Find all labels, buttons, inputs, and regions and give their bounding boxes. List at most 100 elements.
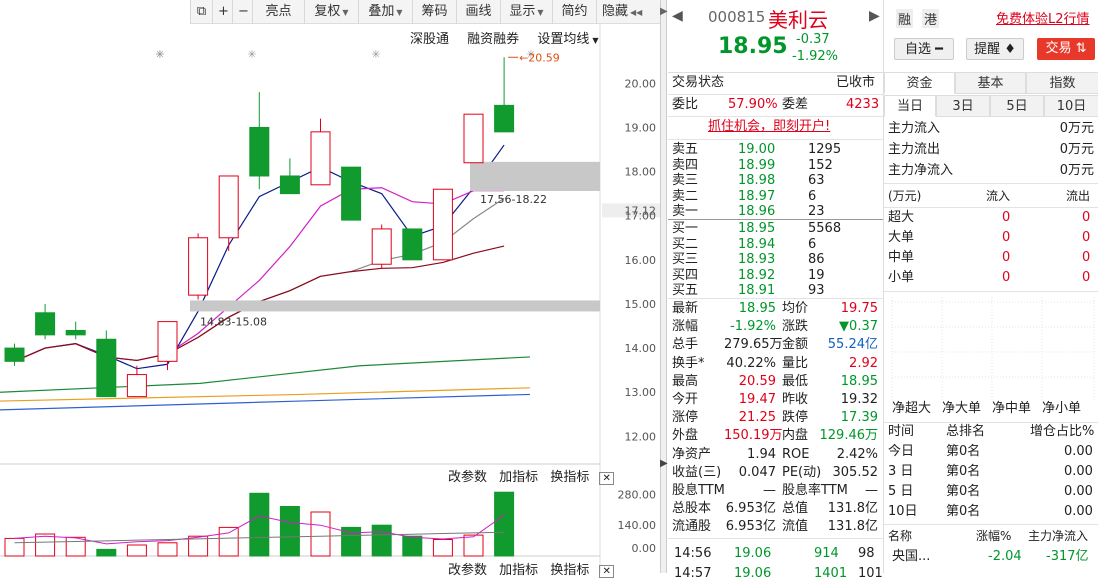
price-tick: 20.00 <box>625 77 657 90</box>
tick-time: 14:56 <box>674 546 712 561</box>
tick-price: 19.06 <box>734 566 772 581</box>
volume-bar <box>65 536 86 557</box>
stat-value: -1.92% <box>730 319 776 335</box>
tab-5d[interactable]: 5日 <box>990 95 1044 117</box>
volume-bar <box>494 491 515 557</box>
flow-value: 0万元 <box>1059 142 1094 157</box>
ma60-line <box>0 356 531 393</box>
candle-body <box>218 175 239 239</box>
rank-header: 增仓占比% <box>1030 424 1095 439</box>
next-stock-icon[interactable]: ▶ <box>869 8 880 24</box>
volume-bar <box>249 492 270 557</box>
size-in: 0 <box>1002 270 1011 285</box>
volume-tick: 0.00 <box>632 542 657 555</box>
price-change-pct: -1.92% <box>792 49 838 64</box>
close-icon[interactable]: ✕ <box>599 472 614 485</box>
stat-value: 129.46万 <box>819 428 879 444</box>
stat-value: 19.47 <box>738 392 776 407</box>
volume-bar <box>279 506 300 557</box>
switch-indicator-link-2[interactable]: 换指标 <box>550 563 589 578</box>
candle-body <box>371 228 392 265</box>
stock-name: 美利云 <box>768 8 828 32</box>
zoom-in-button[interactable]: + <box>212 0 232 24</box>
volume-bar <box>35 533 56 557</box>
toolbar-overlay[interactable]: 叠加 ▼ <box>358 0 412 24</box>
tab-3d[interactable]: 3日 <box>936 95 990 117</box>
rank-period: 10日 <box>888 504 918 519</box>
volume-bar <box>96 548 117 557</box>
trade-button[interactable]: 交易 ⇅ <box>1037 38 1095 60</box>
candle-body <box>65 329 86 336</box>
toolbar-adjust[interactable]: 复权 ▼ <box>304 0 358 24</box>
tab-10d[interactable]: 10日 <box>1044 95 1098 117</box>
candle-body <box>4 347 25 362</box>
stat-label: 跌停 <box>782 410 809 426</box>
toolbar-chips[interactable]: 筹码 <box>412 0 456 24</box>
restore-icon[interactable]: ⧉ <box>190 0 212 24</box>
net-label: 净大单 <box>942 401 982 416</box>
watchlist-button[interactable]: 自选 ━ <box>894 38 954 60</box>
stat-value: 6.953亿 <box>725 519 776 535</box>
size-label: 超大 <box>888 210 915 225</box>
panel-divider[interactable] <box>660 0 667 573</box>
volume-bar <box>371 524 392 557</box>
edit-params-link[interactable]: 改参数 <box>448 470 487 485</box>
zoom-out-button[interactable]: − <box>232 0 252 24</box>
tick-price: 19.06 <box>734 546 772 561</box>
price-tick: 15.00 <box>625 298 657 311</box>
collapse-icon[interactable]: ▶ <box>660 458 668 469</box>
price-tick: 16.00 <box>625 254 657 267</box>
alert-button[interactable]: 提醒 ♦ <box>966 38 1024 60</box>
toolbar-draw[interactable]: 画线 <box>456 0 500 24</box>
stat-label: 均价 <box>782 301 809 316</box>
tab-index[interactable]: 指数 <box>1026 72 1098 94</box>
toolbar-simple[interactable]: 简约 <box>552 0 596 24</box>
sub2-links: 改参数 加指标 换指标 ✕ <box>448 559 614 578</box>
stat-label: 净资产 <box>672 446 712 462</box>
edit-params-link-2[interactable]: 改参数 <box>448 563 487 578</box>
candlestick-chart[interactable]: ✳✳ ✳ ✳ ✳ 17.56-18.2214.83-15.08 ←20.59 20.0… <box>0 24 660 573</box>
resistance-zone <box>470 161 600 191</box>
rank-pct: 0.00 <box>1064 504 1093 519</box>
ma250-line <box>0 393 531 411</box>
price-tick: 17.00 <box>625 210 657 223</box>
size-out: 0 <box>1082 250 1091 265</box>
toolbar-highlight[interactable]: 亮点 <box>252 0 304 24</box>
stat-value: 1.94 <box>747 446 776 462</box>
volume-bar <box>402 535 423 557</box>
collapse-icon[interactable]: ▶ <box>660 6 668 17</box>
candle-body <box>249 126 270 177</box>
prev-stock-icon[interactable]: ◀ <box>672 8 683 24</box>
size-in: 0 <box>1002 230 1011 245</box>
flow-value: 0万元 <box>1059 121 1094 136</box>
toolbar-display[interactable]: 显示 ▼ <box>500 0 552 24</box>
candle-body <box>157 321 178 362</box>
size-label: 中单 <box>888 250 915 265</box>
stat-label: 股息TTM <box>672 483 725 498</box>
net-label: 净中单 <box>992 401 1032 416</box>
chevron-down-icon: ▼ <box>342 8 349 17</box>
stat-label: 最高 <box>672 373 699 389</box>
tab-today[interactable]: 当日 <box>884 95 936 117</box>
net-label: 净小单 <box>1042 401 1082 416</box>
trial-link[interactable]: 免费体验L2行情 <box>996 8 1090 27</box>
tab-fund[interactable]: 资金 <box>884 72 955 94</box>
price-tick: 12.00 <box>625 430 657 443</box>
rank-header: 时间 <box>888 424 915 439</box>
tab-basic[interactable]: 基本 <box>955 72 1026 94</box>
promo-link[interactable]: 抓住机会，即刻开户! <box>708 118 830 136</box>
stat-label: ROE <box>782 446 810 462</box>
add-indicator-link[interactable]: 加指标 <box>499 470 538 485</box>
status-label: 交易状态 <box>672 75 725 90</box>
sector-name[interactable]: 央国... <box>892 548 930 566</box>
sector-header-flow: 主力净流入 <box>1028 529 1089 543</box>
stat-label: 流值 <box>782 519 809 535</box>
toolbar-hide[interactable]: 隐藏 ◀◀ <box>596 0 646 24</box>
size-label: 小单 <box>888 270 915 285</box>
switch-indicator-link[interactable]: 换指标 <box>550 470 589 485</box>
add-indicator-link-2[interactable]: 加指标 <box>499 563 538 578</box>
stat-label: 涨幅 <box>672 319 699 335</box>
close-icon[interactable]: ✕ <box>599 565 614 578</box>
stat-value: 17.39 <box>840 410 878 426</box>
stat-value: — <box>763 483 776 498</box>
